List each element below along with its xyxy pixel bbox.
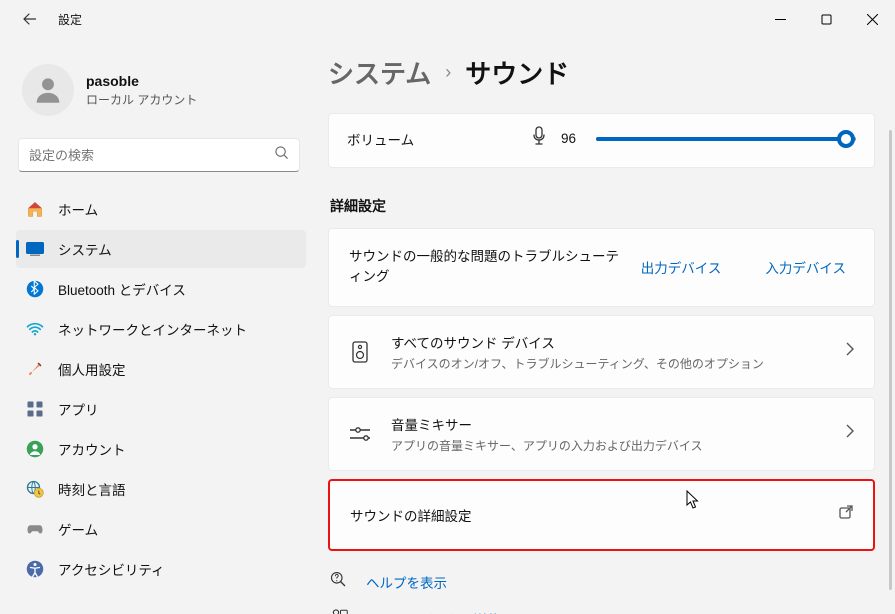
nav-apps[interactable]: アプリ [16,390,306,428]
slider-thumb[interactable] [837,130,855,148]
nav-label: ゲーム [58,519,98,539]
apps-icon [26,400,44,418]
nav-label: 時刻と言語 [58,479,126,499]
user-name: pasoble [86,73,197,89]
minimize-icon [775,14,786,25]
nav-system[interactable]: システム [16,230,306,268]
user-block[interactable]: pasoble ローカル アカウント [16,46,306,138]
help-link[interactable]: ヘルプを表示 [330,571,875,594]
nav-time-language[interactable]: 時刻と言語 [16,470,306,508]
close-icon [867,14,878,25]
nav-accounts[interactable]: アカウント [16,430,306,468]
titlebar: 設定 [0,0,895,38]
breadcrumb-parent[interactable]: システム [328,54,431,91]
row-subtitle: アプリの音量ミキサー、アプリの入力および出力デバイス [391,437,826,454]
volume-card: ボリューム 96 [328,113,875,168]
gamepad-icon [26,520,44,538]
microphone-icon[interactable] [531,126,547,151]
paintbrush-icon [26,360,44,378]
close-button[interactable] [849,0,895,38]
nav-personalization[interactable]: 個人用設定 [16,350,306,388]
nav-accessibility[interactable]: アクセシビリティ [16,550,306,588]
nav-bluetooth[interactable]: Bluetooth とデバイス [16,270,306,308]
volume-label: ボリューム [347,129,517,149]
row-subtitle: デバイスのオン/オフ、トラブルシューティング、その他のオプション [391,355,826,372]
advanced-sound-settings-row[interactable]: サウンドの詳細設定 [328,479,875,551]
window-title: 設定 [58,11,82,28]
accessibility-icon [26,560,44,578]
wifi-icon [26,320,44,338]
mixer-icon [349,426,371,442]
maximize-button[interactable] [803,0,849,38]
sidebar: pasoble ローカル アカウント ホーム システム Bluetooth とデ… [0,38,310,614]
nav-label: ネットワークとインターネット [58,319,247,339]
arrow-left-icon [22,11,38,27]
nav-list: ホーム システム Bluetooth とデバイス ネットワークとインターネット … [16,190,306,588]
nav-home[interactable]: ホーム [16,190,306,228]
row-title: サウンドの詳細設定 [350,505,819,525]
home-icon [26,200,44,218]
nav-gaming[interactable]: ゲーム [16,510,306,548]
system-icon [26,240,44,258]
main-content: システム › サウンド ボリューム 96 詳細設定 サウンドの一般的な問題のトラ… [310,38,895,614]
globe-clock-icon [26,480,44,498]
troubleshoot-text: サウンドの一般的な問題のトラブルシューティング [349,247,619,288]
help-icon [330,571,350,594]
all-sound-devices-row[interactable]: すべてのサウンド デバイス デバイスのオン/オフ、トラブルシューティング、その他… [328,315,875,389]
search-box[interactable] [18,138,300,172]
input-device-link[interactable]: 入力デバイス [765,257,846,277]
breadcrumb-current: サウンド [465,54,569,91]
nav-label: アクセシビリティ [58,559,165,579]
speaker-icon [349,341,371,363]
back-button[interactable] [18,7,42,31]
troubleshoot-card: サウンドの一般的な問題のトラブルシューティング 出力デバイス 入力デバイス [328,228,875,307]
bluetooth-icon [26,280,44,298]
nav-label: アプリ [58,399,99,419]
breadcrumb: システム › サウンド [328,54,875,91]
feedback-icon [330,608,350,614]
section-heading-advanced: 詳細設定 [330,196,875,216]
output-device-link[interactable]: 出力デバイス [641,257,722,277]
chevron-right-icon [846,424,854,443]
nav-label: Bluetooth とデバイス [58,279,186,299]
avatar [22,64,74,116]
user-subtitle: ローカル アカウント [86,91,197,108]
volume-slider[interactable] [596,130,856,148]
row-title: すべてのサウンド デバイス [391,332,826,352]
chevron-right-icon: › [445,62,451,83]
volume-value: 96 [561,131,576,146]
nav-label: 個人用設定 [58,359,126,379]
nav-label: システム [58,239,112,259]
external-link-icon [839,505,853,524]
nav-label: アカウント [58,439,126,459]
search-icon [274,145,289,165]
minimize-button[interactable] [757,0,803,38]
feedback-label: フィードバックの送信 [366,609,501,614]
chevron-right-icon [846,342,854,361]
volume-mixer-row[interactable]: 音量ミキサー アプリの音量ミキサー、アプリの入力および出力デバイス [328,397,875,471]
nav-network[interactable]: ネットワークとインターネット [16,310,306,348]
nav-label: ホーム [58,199,98,219]
person-icon [31,73,65,107]
feedback-link[interactable]: フィードバックの送信 [330,608,875,614]
help-label: ヘルプを表示 [366,572,447,592]
account-icon [26,440,44,458]
search-input[interactable] [29,148,274,163]
footer-links: ヘルプを表示 フィードバックの送信 [328,571,875,614]
maximize-icon [821,14,832,25]
row-title: 音量ミキサー [391,414,826,434]
scrollbar[interactable] [889,130,892,590]
window-controls [757,0,895,38]
